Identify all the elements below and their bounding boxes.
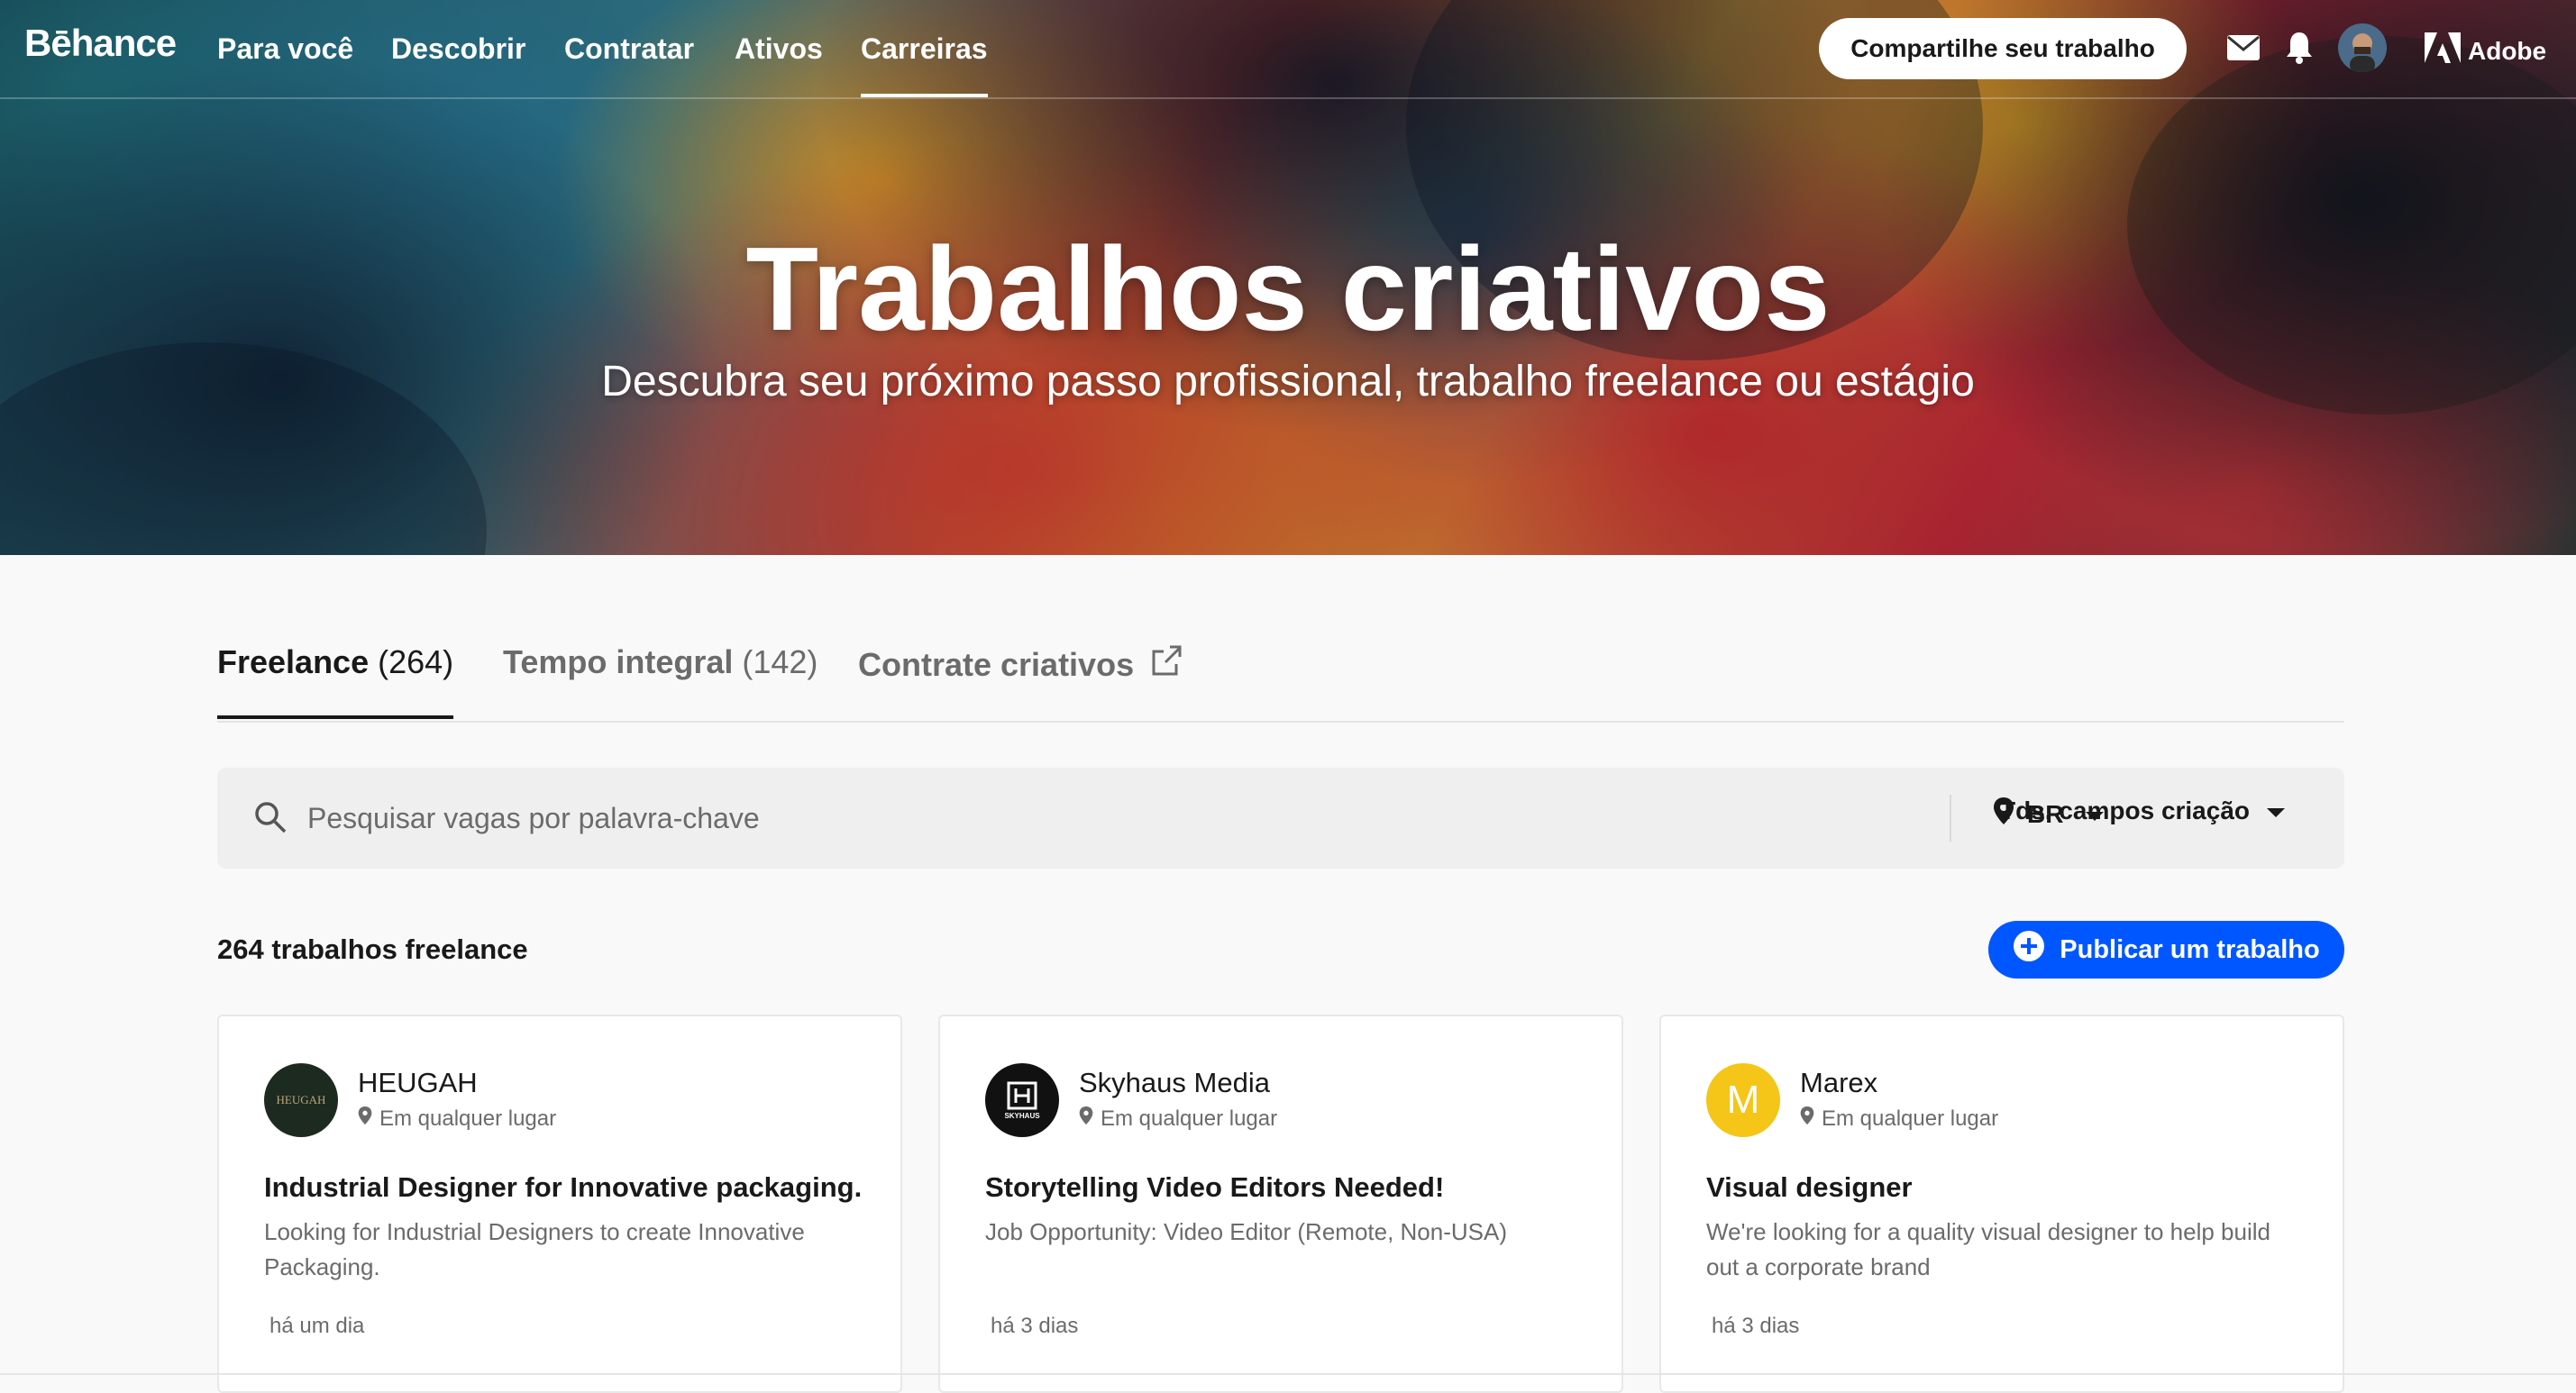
company-name[interactable]: Marex bbox=[1800, 1067, 1877, 1099]
tab-count: (142) bbox=[742, 643, 818, 680]
posted-time: há 3 dias bbox=[1712, 1314, 1800, 1338]
creative-field-value: Tds. campos criação bbox=[2000, 797, 2251, 824]
job-title[interactable]: Visual designer bbox=[1706, 1171, 1913, 1204]
tab-label: Tempo integral bbox=[503, 643, 734, 680]
company-avatar-text: HEUGAH bbox=[276, 1093, 326, 1106]
job-location: Em qualquer lugar bbox=[1800, 1106, 1998, 1132]
job-description: Job Opportunity: Video Editor (Remote, N… bbox=[985, 1218, 1508, 1245]
page-bottom-divider bbox=[0, 1373, 2576, 1375]
nav-link-carreiras[interactable]: Carreiras bbox=[861, 32, 988, 97]
job-search-bar: BR Tds. campos criação bbox=[217, 768, 2344, 869]
location-pin-icon bbox=[1079, 1106, 1093, 1132]
job-card[interactable]: SKYHAUS Skyhaus Media Em qualquer lugar … bbox=[938, 1015, 1623, 1393]
share-work-button[interactable]: Compartilhe seu trabalho bbox=[1819, 18, 2187, 79]
publish-job-button[interactable]: Publicar um trabalho bbox=[1988, 921, 2344, 979]
tab-count: (264) bbox=[378, 643, 454, 680]
company-avatar-text: SKYHAUS bbox=[1004, 1111, 1040, 1120]
adobe-label: Adobe bbox=[2468, 36, 2547, 65]
hero-subtitle: Descubra seu próximo passo profissional,… bbox=[601, 358, 1975, 405]
chevron-down-icon bbox=[2266, 797, 2286, 825]
location-pin-icon bbox=[1800, 1106, 1814, 1132]
job-type-tabs: Freelance (264) Tempo integral (142) Con… bbox=[217, 643, 2344, 723]
adobe-link[interactable]: Adobe bbox=[2425, 32, 2546, 69]
hero-title: Trabalhos criativos bbox=[745, 223, 1831, 355]
mail-icon[interactable] bbox=[2226, 34, 2261, 66]
job-description: Looking for Industrial Designers to crea… bbox=[264, 1218, 805, 1280]
company-avatar: HEUGAH bbox=[264, 1063, 338, 1137]
publish-job-label: Publicar um trabalho bbox=[2060, 934, 2320, 964]
creative-field-select[interactable]: Tds. campos criação bbox=[2000, 797, 2286, 825]
location-pin-icon bbox=[358, 1106, 372, 1132]
tab-label: Contrate criativos bbox=[858, 645, 1135, 683]
job-title[interactable]: Industrial Designer for Innovative packa… bbox=[264, 1171, 862, 1204]
job-card[interactable]: M Marex Em qualquer lugar Visual designe… bbox=[1659, 1015, 2344, 1393]
location-text: Em qualquer lugar bbox=[379, 1106, 557, 1131]
job-card[interactable]: HEUGAH HEUGAH Em qualquer lugar Industri… bbox=[217, 1015, 902, 1393]
external-link-icon bbox=[1150, 643, 1183, 686]
search-divider bbox=[1950, 795, 1951, 842]
skyhaus-logo-icon bbox=[1007, 1081, 1037, 1109]
job-location: Em qualquer lugar bbox=[358, 1106, 556, 1132]
behance-logo[interactable]: Bēhance bbox=[24, 22, 177, 65]
tab-tempo-integral[interactable]: Tempo integral (142) bbox=[503, 643, 818, 681]
nav-link-contratar[interactable]: Contratar bbox=[564, 32, 694, 66]
job-location: Em qualquer lugar bbox=[1079, 1106, 1277, 1132]
job-description: We're looking for a quality visual desig… bbox=[1706, 1218, 2270, 1280]
job-title[interactable]: Storytelling Video Editors Needed! bbox=[985, 1171, 1444, 1204]
nav-link-descobrir[interactable]: Descobrir bbox=[391, 32, 525, 66]
keyword-search-input[interactable] bbox=[307, 789, 1840, 847]
posted-time: há 3 dias bbox=[991, 1314, 1079, 1338]
posted-time: há um dia bbox=[269, 1314, 365, 1338]
tab-contrate-criativos[interactable]: Contrate criativos bbox=[858, 643, 1183, 686]
company-avatar: M bbox=[1706, 1063, 1780, 1137]
location-text: Em qualquer lugar bbox=[1822, 1106, 1999, 1131]
user-avatar[interactable] bbox=[2338, 23, 2387, 72]
location-text: Em qualquer lugar bbox=[1101, 1106, 1278, 1131]
company-name[interactable]: Skyhaus Media bbox=[1079, 1067, 1270, 1099]
nav-link-para-voce[interactable]: Para você bbox=[217, 32, 353, 66]
adobe-logo-icon bbox=[2425, 32, 2461, 69]
company-avatar: SKYHAUS bbox=[985, 1063, 1059, 1137]
tab-label: Freelance bbox=[217, 643, 370, 680]
nav-link-ativos[interactable]: Ativos bbox=[735, 32, 823, 66]
company-name[interactable]: HEUGAH bbox=[358, 1067, 478, 1099]
search-icon bbox=[253, 800, 288, 839]
company-avatar-text: M bbox=[1726, 1078, 1760, 1122]
bell-icon[interactable] bbox=[2286, 31, 2313, 69]
tab-freelance[interactable]: Freelance (264) bbox=[217, 643, 454, 719]
results-count: 264 trabalhos freelance bbox=[217, 933, 528, 965]
plus-circle-icon bbox=[2013, 930, 2045, 970]
top-nav: Bēhance Para você Descobrir Contratar At… bbox=[0, 0, 2576, 99]
